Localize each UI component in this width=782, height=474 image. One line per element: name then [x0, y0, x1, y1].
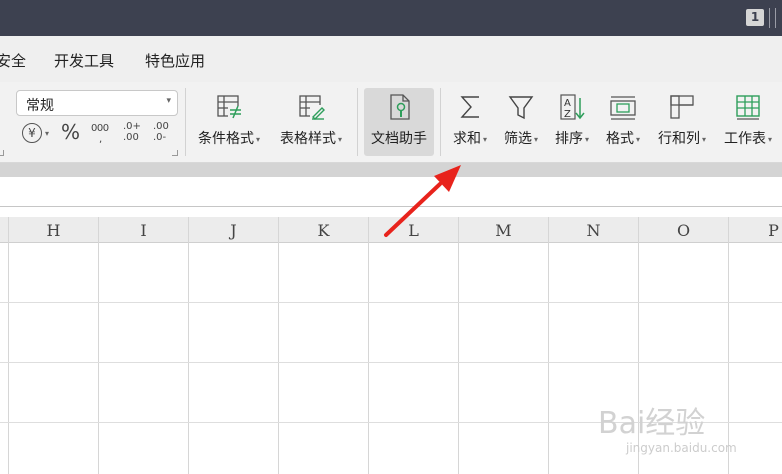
watermark-url: jingyan.baidu.com — [626, 441, 737, 455]
watermark-logo: Bai经验 — [598, 406, 706, 441]
